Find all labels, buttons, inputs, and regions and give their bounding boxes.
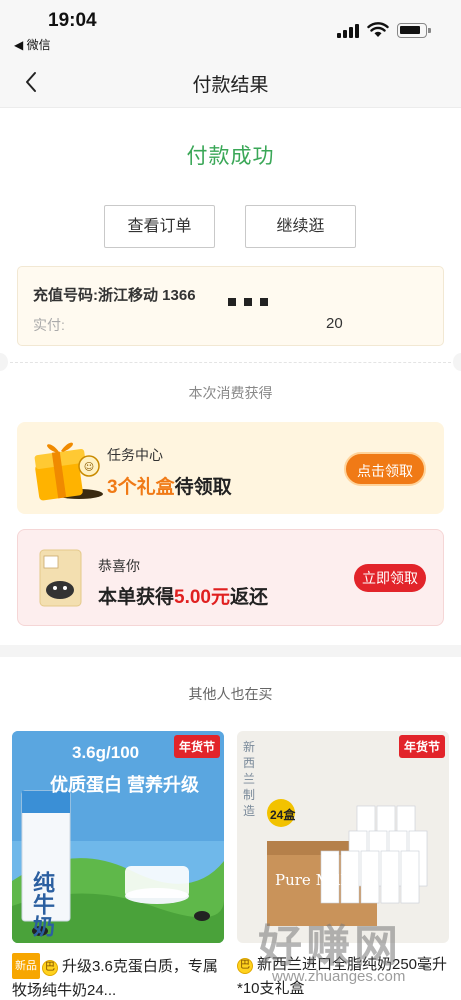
claim-cashback-button[interactable]: 立即领取 (354, 564, 426, 592)
battery-icon (397, 23, 431, 38)
new-product-tag: 新品 (12, 953, 40, 979)
gift-box-icon: ☺ (34, 442, 103, 501)
cashback-text: 本单获得5.00元返还 (98, 582, 268, 609)
box-count-text: 24盒 (270, 808, 296, 822)
recharge-number-label: 充值号码:浙江移动 1366 (33, 287, 196, 304)
milk-carton-text: 纯牛奶 (30, 871, 55, 937)
back-to-wechat-link[interactable]: ◀ 微信 (14, 36, 51, 53)
product-name-2[interactable]: 巴新西兰进口全脂纯奶250毫升*10支礼盒 (237, 953, 452, 1000)
signal-icon (337, 24, 361, 38)
task-gift-text: 3个礼盒待领取 (107, 472, 232, 499)
page-title: 付款结果 (192, 75, 269, 96)
nav-bar: 付款结果 (0, 56, 461, 108)
task-center-card[interactable]: ☺ 任务中心 3个礼盒待领取 点击领取 (17, 422, 444, 514)
gift-suffix: 待领取 (174, 477, 232, 498)
product-image-milk-2[interactable]: 新西兰制造 24盒 Pure Milk 年货节 (237, 731, 449, 943)
svg-text:☺: ☺ (84, 462, 94, 473)
claim-gift-button[interactable]: 点击领取 (344, 452, 426, 486)
paid-label: 实付: (33, 317, 65, 333)
recommendations-title: 其他人也在买 (188, 686, 273, 702)
task-center-title: 任务中心 (107, 447, 163, 463)
dashed-divider (10, 362, 451, 363)
payment-status-text: 付款成功 (186, 145, 275, 168)
continue-shopping-button[interactable]: 继续逛 (245, 205, 356, 248)
cashback-amount: 5.00元 (174, 587, 230, 608)
ticket-notch-left (0, 353, 8, 371)
status-time: 19:04 (48, 10, 97, 31)
recommendations-section: 其他人也在买 3.6g/100 优质蛋白 营养升级 纯牛奶 年货节 新西兰制造 … (0, 657, 461, 1000)
milk-box-illustration (237, 731, 449, 943)
product-name-1[interactable]: 新品巴升级3.6克蛋白质，专属牧场纯牛奶24... (12, 953, 227, 1000)
product-name-text: 新西兰进口全脂纯奶250毫升*10支礼盒 (237, 956, 448, 997)
ticket-notch-right (453, 353, 461, 371)
product-image-milk-1[interactable]: 3.6g/100 优质蛋白 营养升级 纯牛奶 年货节 (12, 731, 224, 943)
milk-protein-text: 3.6g/100 (72, 743, 140, 762)
made-in-nz-text: 新西兰制造 (243, 740, 256, 818)
new-year-badge: 年货节 (173, 735, 220, 758)
cashback-envelope-icon (39, 549, 82, 607)
pure-milk-text: Pure Milk (275, 871, 350, 889)
view-orders-button[interactable]: 查看订单 (104, 205, 215, 248)
new-year-badge: 年货节 (398, 735, 445, 758)
cashback-title: 恭喜你 (98, 558, 140, 574)
circle-tag-icon: 巴 (42, 960, 58, 976)
masked-number (228, 293, 276, 311)
gift-count: 3个礼盒 (107, 477, 175, 498)
rewards-section-title: 本次消费获得 (188, 385, 273, 401)
cashback-suffix: 返还 (230, 587, 269, 608)
cashback-card[interactable]: 恭喜你 本单获得5.00元返还 立即领取 (17, 529, 444, 626)
cashback-prefix: 本单获得 (98, 587, 175, 608)
status-bar: 19:04 ◀ 微信 (0, 0, 461, 56)
recharge-info-box: 充值号码:浙江移动 1366 实付: 20 (17, 266, 444, 346)
payment-result-card: 付款成功 查看订单 继续逛 充值号码:浙江移动 1366 实付: 20 本次消费… (0, 108, 461, 645)
milk-slogan-text: 优质蛋白 营养升级 (50, 775, 200, 795)
circle-tag-icon: 巴 (237, 958, 253, 974)
paid-value: 20 (326, 315, 343, 332)
wifi-icon (367, 22, 389, 37)
